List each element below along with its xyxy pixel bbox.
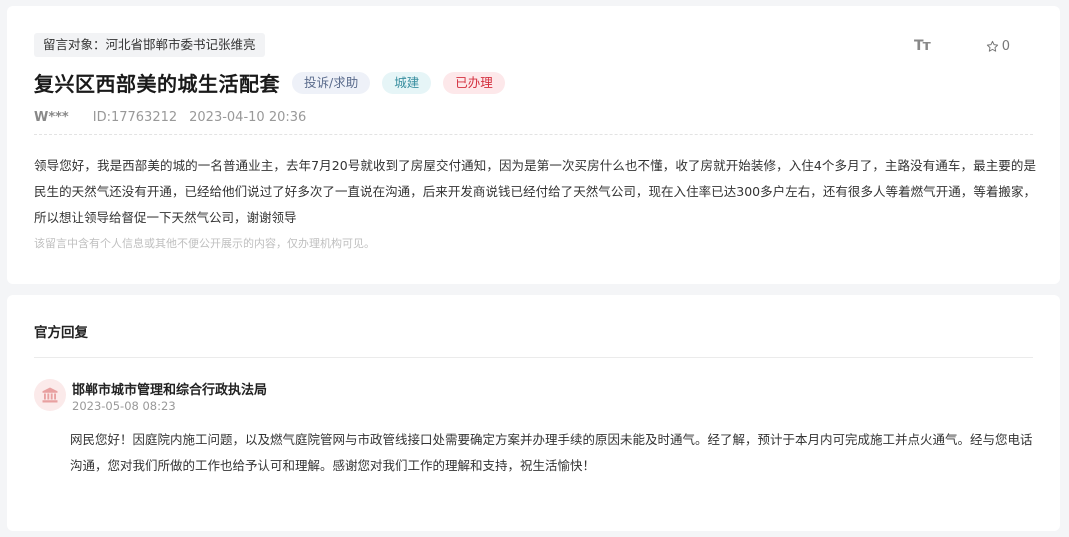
message-id: ID:17763212 xyxy=(92,110,178,125)
message-target-tag: 留言对象：河北省邯郸市委书记张维亮 xyxy=(34,33,265,57)
reply-section-title: 官方回复 xyxy=(34,325,88,341)
field-badge: 城建 xyxy=(382,71,432,94)
divider xyxy=(34,134,1033,135)
favorite-button[interactable]: 0 xyxy=(986,39,1010,54)
message-content: 领导您好，我是西部美的城的一名普通业主，去年7月20号就收到了房屋交付通知，因为… xyxy=(34,158,1036,225)
star-icon xyxy=(986,40,998,52)
reply-department: 邯郸市城市管理和综合行政执法局 xyxy=(72,383,268,398)
message-meta: W*** ID:17763212 2023-04-10 20:36 xyxy=(34,110,306,125)
title-row: 复兴区西部美的城生活配套 投诉/求助 城建 已办理 xyxy=(34,68,517,97)
divider xyxy=(34,357,1033,358)
reply-card: 官方回复 邯郸市城市管理和综合行政执法局 2023-05-08 08:23 网民… xyxy=(7,295,1060,531)
message-card: 留言对象：河北省邯郸市委书记张维亮 Tт 0 复兴区西部美的城生活配套 投诉/求… xyxy=(7,6,1060,284)
page-title: 复兴区西部美的城生活配套 xyxy=(34,72,280,96)
message-tools: Tт 0 xyxy=(914,38,1010,54)
status-badge: 已办理 xyxy=(443,71,505,94)
message-datetime: 2023-04-10 20:36 xyxy=(189,110,307,125)
favorite-count: 0 xyxy=(1001,38,1010,54)
government-building-icon-glyph xyxy=(42,387,58,403)
font-size-toggle-icon[interactable]: Tт xyxy=(914,38,931,54)
government-building-icon xyxy=(34,379,66,411)
category-badge: 投诉/求助 xyxy=(292,71,371,94)
author-name: W*** xyxy=(34,110,69,125)
reply-content: 网民您好！因庭院内施工问题，以及燃气庭院管网与市政管线接口处需要确定方案并办理手… xyxy=(70,432,1033,473)
reply-datetime: 2023-05-08 08:23 xyxy=(72,399,176,413)
privacy-notice: 该留言中含有个人信息或其他不便公开展示的内容，仅办理机构可见。 xyxy=(34,237,375,250)
